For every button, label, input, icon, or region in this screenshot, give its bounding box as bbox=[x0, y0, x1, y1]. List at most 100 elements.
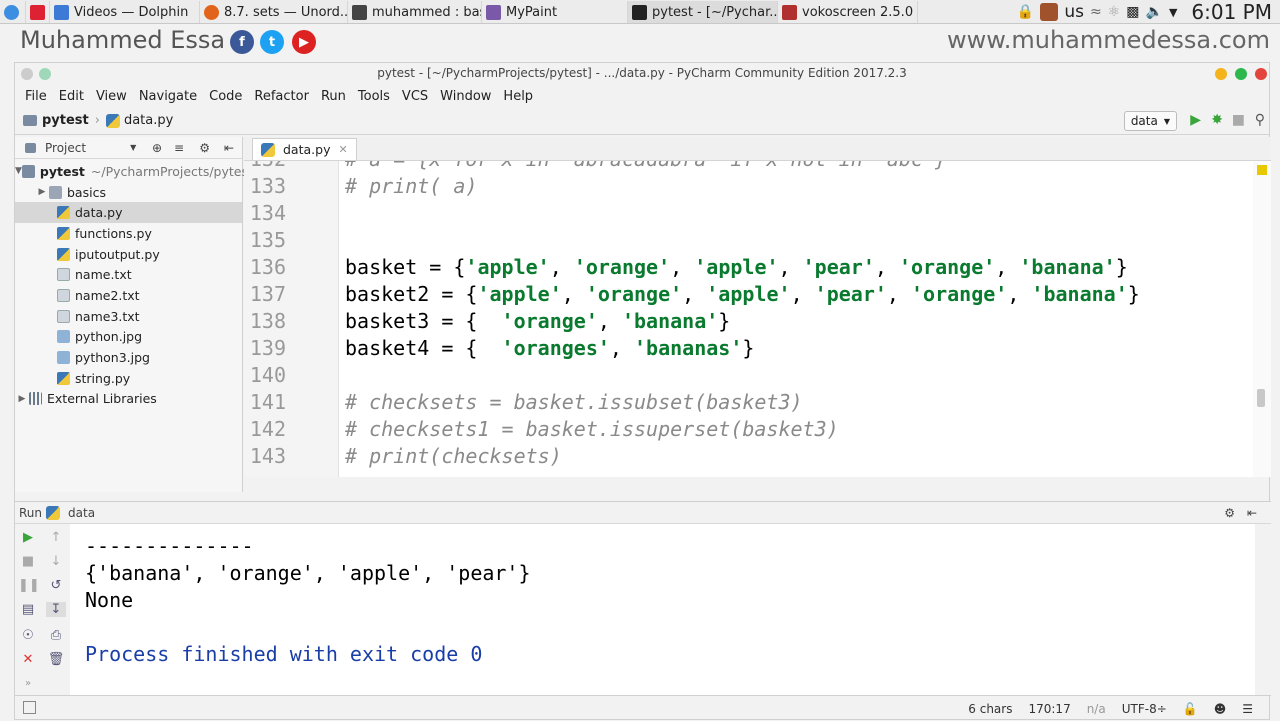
lock-icon[interactable]: 🔓 bbox=[1183, 702, 1198, 716]
code-area[interactable]: # a = {x for x in 'abracadabra' if x not… bbox=[345, 161, 1251, 477]
tree-item-name3-txt[interactable]: name3.txt bbox=[15, 306, 242, 327]
task-vokoscreen[interactable]: vokoscreen 2.5.0 bbox=[778, 1, 918, 23]
menu-file[interactable]: File bbox=[19, 89, 53, 104]
run-config-select[interactable]: data ▼ bbox=[1123, 111, 1177, 131]
task-pycharm[interactable]: pytest - [~/Pychar... bbox=[628, 1, 778, 23]
chevron-right-icon[interactable]: ▶ bbox=[15, 394, 29, 404]
tree-item-python3-jpg[interactable]: python3.jpg bbox=[15, 347, 242, 368]
close-icon[interactable]: ✕ bbox=[338, 143, 347, 156]
stop-icon[interactable]: ■ bbox=[18, 554, 38, 569]
up-arrow-icon[interactable]: ↑ bbox=[46, 530, 66, 545]
clock[interactable]: 6:01 PM bbox=[1191, 0, 1272, 24]
locate-icon[interactable]: ⊕ bbox=[152, 141, 162, 155]
code-line[interactable]: # checksets1 = basket.issuperset(basket3… bbox=[345, 417, 839, 441]
chevron-down-icon[interactable]: ▼ bbox=[130, 143, 136, 152]
gear-icon[interactable]: ⚙ bbox=[199, 141, 210, 155]
hide-icon[interactable]: ⇤ bbox=[1247, 506, 1257, 520]
gear-icon[interactable]: ⚙ bbox=[1224, 506, 1235, 520]
scroll-to-end-icon[interactable]: ↧ bbox=[46, 602, 66, 617]
lock-icon[interactable]: 🔒 bbox=[1017, 4, 1034, 20]
menu-window[interactable]: Window bbox=[434, 89, 497, 104]
menu-refactor[interactable]: Refactor bbox=[248, 89, 315, 104]
console-output[interactable]: -------------- {'banana', 'orange', 'app… bbox=[70, 524, 1255, 696]
scrollbar-thumb[interactable] bbox=[1257, 389, 1265, 407]
tool-windows-icon[interactable] bbox=[23, 701, 36, 714]
hide-icon[interactable]: ⇤ bbox=[224, 141, 234, 155]
tree-item-functions-py[interactable]: functions.py bbox=[15, 223, 242, 244]
trash-icon[interactable]: 🗑 bbox=[46, 652, 66, 667]
tree-item-external-libraries[interactable]: ▶ External Libraries bbox=[15, 389, 242, 410]
code-line[interactable]: basket3 = { 'orange', 'banana'} bbox=[345, 309, 730, 333]
task-browser[interactable]: 8.7. sets — Unord... bbox=[200, 1, 348, 23]
clipboard-icon[interactable]: ▩ bbox=[1126, 4, 1139, 20]
tree-item-data-py[interactable]: data.py bbox=[15, 202, 242, 224]
chevron-down-icon[interactable]: ▼ bbox=[1169, 6, 1177, 19]
code-line[interactable]: # print( a) bbox=[345, 174, 477, 198]
collapse-icon[interactable]: ≡ bbox=[174, 141, 184, 155]
menu-view[interactable]: View bbox=[90, 89, 133, 104]
code-line[interactable]: # checksets = basket.issubset(basket3) bbox=[345, 390, 803, 414]
print-icon[interactable]: ⎙ bbox=[46, 628, 66, 643]
rerun-icon[interactable]: ▶ bbox=[18, 530, 38, 545]
tree-item-basics[interactable]: ▶ basics bbox=[15, 182, 242, 203]
breadcrumb-file[interactable]: data.py bbox=[105, 113, 173, 128]
stop-icon[interactable]: ■ bbox=[1232, 112, 1245, 128]
tree-root[interactable]: ▼ pytest ~/PycharmProjects/pytest bbox=[15, 161, 253, 182]
menu-tools[interactable]: Tools bbox=[352, 89, 396, 104]
tree-item-iputoutput-py[interactable]: iputoutput.py bbox=[15, 244, 242, 265]
tree-item-name-txt[interactable]: name.txt bbox=[15, 264, 242, 285]
network-icon[interactable]: ⚛ bbox=[1108, 4, 1121, 20]
file-encoding[interactable]: UTF-8÷ bbox=[1122, 702, 1167, 716]
volume-icon[interactable]: 🔈 bbox=[1146, 4, 1163, 20]
menu-code[interactable]: Code bbox=[203, 89, 248, 104]
code-line[interactable]: basket2 = {'apple', 'orange', 'apple', '… bbox=[345, 282, 1140, 306]
code-line[interactable]: basket = {'apple', 'orange', 'apple', 'p… bbox=[345, 255, 1128, 279]
debug-icon[interactable]: ✸ bbox=[1211, 112, 1223, 128]
more-icon[interactable]: » bbox=[18, 678, 38, 689]
code-line[interactable]: # print(checksets) bbox=[345, 444, 562, 468]
search-icon[interactable]: ⚲ bbox=[1255, 112, 1265, 128]
run-icon[interactable]: ▶ bbox=[1190, 112, 1201, 128]
tab-data-py[interactable]: data.py ✕ bbox=[252, 138, 357, 160]
close-icon[interactable]: ✕ bbox=[18, 652, 38, 667]
run-config-name[interactable]: data bbox=[68, 506, 95, 520]
soft-wrap-icon[interactable]: ↺ bbox=[46, 578, 66, 593]
inspector-icon[interactable]: ☻ bbox=[1214, 702, 1227, 716]
app-launcher-icon[interactable] bbox=[0, 1, 26, 23]
close-button[interactable] bbox=[1255, 68, 1267, 80]
menu-vcs[interactable]: VCS bbox=[396, 89, 434, 104]
tree-item-python-jpg[interactable]: python.jpg bbox=[15, 327, 242, 348]
pause-icon[interactable]: ❚❚ bbox=[18, 578, 40, 593]
console-line: -------------- bbox=[85, 534, 254, 558]
layout-icon[interactable]: ▤ bbox=[18, 602, 38, 617]
chevron-down-icon[interactable]: ▼ bbox=[15, 166, 22, 176]
avatar[interactable] bbox=[1040, 3, 1059, 21]
down-arrow-icon[interactable]: ↓ bbox=[46, 554, 66, 569]
project-view-select[interactable]: Project bbox=[45, 141, 86, 155]
status-bar: 6 chars 170:17 n/a UTF-8÷ 🔓 ☻ ☰ bbox=[15, 695, 1271, 721]
line-separator[interactable]: n/a bbox=[1087, 702, 1106, 716]
cursor-position[interactable]: 170:17 bbox=[1028, 702, 1070, 716]
chevron-right-icon[interactable]: ▶ bbox=[35, 187, 49, 197]
menu-edit[interactable]: Edit bbox=[53, 89, 90, 104]
event-log-icon[interactable]: ☰ bbox=[1242, 702, 1253, 716]
maximize-button[interactable] bbox=[1235, 68, 1247, 80]
task-mypaint[interactable]: MyPaint bbox=[482, 1, 628, 23]
breadcrumb-project[interactable]: pytest bbox=[23, 113, 89, 128]
pin-icon[interactable]: ☉ bbox=[18, 628, 38, 643]
menu-run[interactable]: Run bbox=[315, 89, 352, 104]
menu-help[interactable]: Help bbox=[497, 89, 539, 104]
minimize-button[interactable] bbox=[1215, 68, 1227, 80]
menu-navigate[interactable]: Navigate bbox=[133, 89, 203, 104]
task-videos-dolphin[interactable]: Videos — Dolphin bbox=[50, 1, 200, 23]
keyboard-layout[interactable]: us bbox=[1064, 2, 1084, 22]
code-line[interactable]: basket4 = { 'oranges', 'bananas'} bbox=[345, 336, 754, 360]
inspection-status-icon[interactable] bbox=[1257, 165, 1267, 175]
wifi-icon[interactable]: ≈ bbox=[1090, 4, 1102, 20]
task-terminal[interactable]: muhammed : bas... bbox=[348, 1, 482, 23]
tree-item-name2-txt[interactable]: name2.txt bbox=[15, 285, 242, 306]
app-icon[interactable] bbox=[26, 1, 50, 23]
task-label: 8.7. sets — Unord... bbox=[224, 4, 348, 20]
code-line[interactable]: # a = {x for x in 'abracadabra' if x not… bbox=[345, 161, 947, 171]
tree-item-string-py[interactable]: string.py bbox=[15, 368, 242, 389]
